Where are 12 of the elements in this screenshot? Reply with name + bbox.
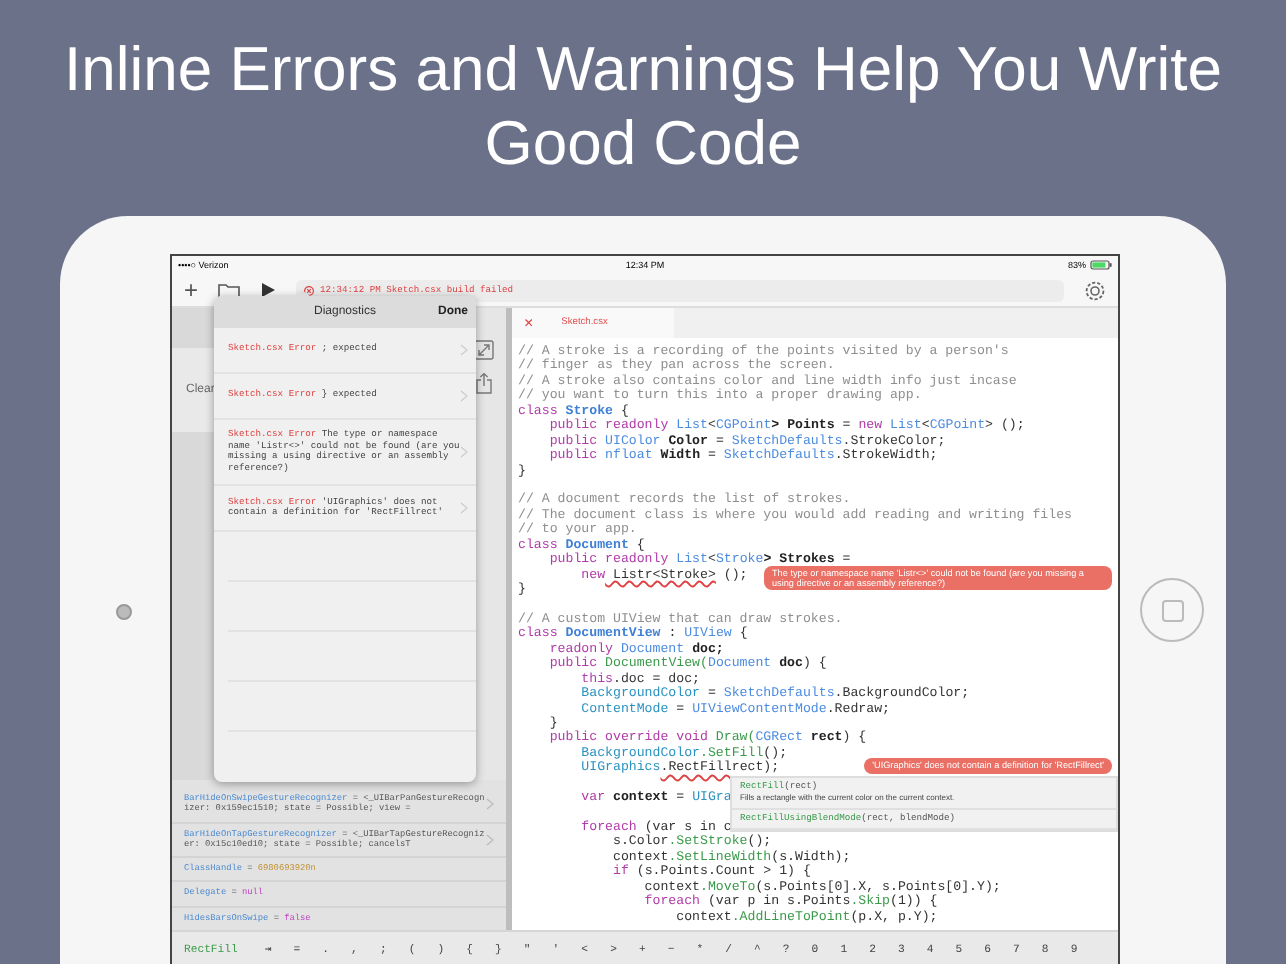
camera-icon (116, 604, 132, 620)
settings-icon[interactable] (1084, 279, 1106, 301)
chevron-icon (460, 344, 468, 356)
add-button[interactable]: + (184, 278, 199, 302)
headline: Inline Errors and Warnings Help You Write Good Code (62, 32, 1224, 182)
battery-icon (1090, 260, 1112, 270)
share-icon[interactable] (476, 372, 492, 394)
chevron-icon (460, 502, 468, 515)
chevron-icon (460, 446, 468, 459)
close-icon[interactable]: × (524, 314, 534, 332)
chevron-icon (460, 390, 468, 402)
error-icon (304, 285, 315, 295)
